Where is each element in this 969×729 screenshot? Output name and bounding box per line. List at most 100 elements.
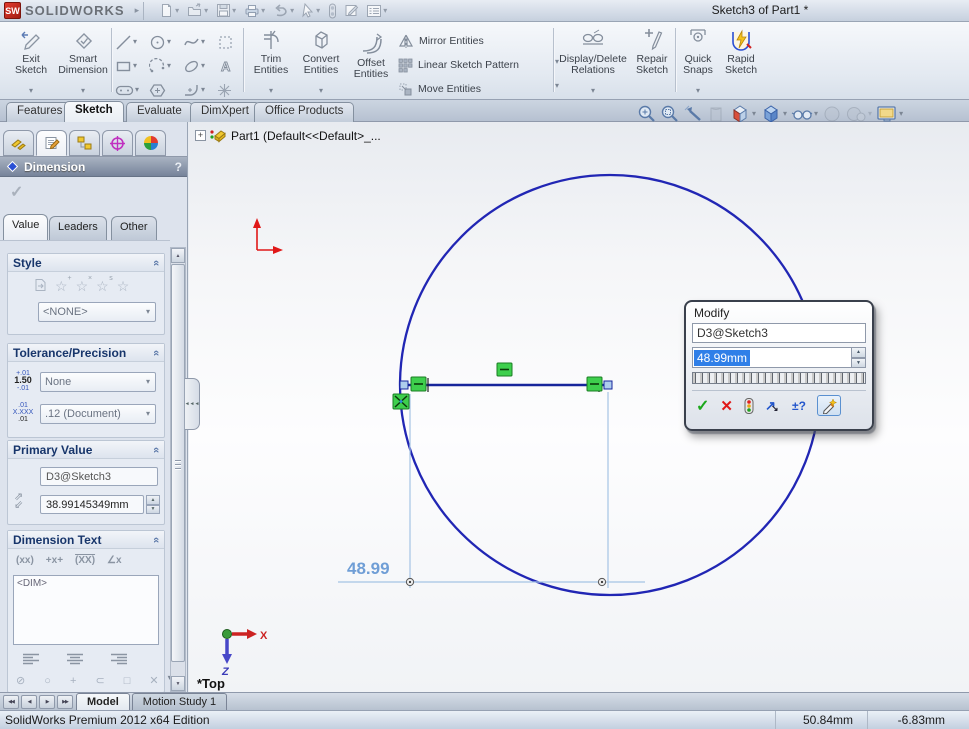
rebuild-button[interactable] (744, 398, 754, 414)
slot-tool[interactable]: ▾ (115, 78, 147, 102)
dropdown-arrow-icon[interactable]: ▾ (200, 62, 206, 70)
load-style-icon[interactable] (34, 278, 47, 295)
dropdown-arrow-icon[interactable]: ▾ (867, 110, 873, 118)
ellipse-tool[interactable]: ▾ (183, 54, 215, 78)
dropdown-arrow-icon[interactable]: ▾ (782, 110, 788, 118)
spin-up-icon[interactable]: ▲ (146, 495, 160, 505)
precision-select[interactable]: .12 (Document) ▾ (40, 404, 156, 424)
first-tab-button[interactable]: ◀◀ (3, 695, 19, 709)
tab-dimxpert[interactable]: DimXpert (190, 102, 260, 122)
display-delete-relations-button[interactable]: Display/Delete Relations ▾ (557, 26, 629, 96)
dashed-box-tool[interactable] (217, 30, 249, 54)
modify-dimension-name-field[interactable]: D3@Sketch3 (692, 323, 866, 343)
tab-value[interactable]: Value (3, 214, 48, 240)
mark-for-drawing-button[interactable]: ±? (792, 399, 806, 413)
spline-tool[interactable]: ▾ (183, 30, 215, 54)
text-tool[interactable]: A (217, 54, 249, 78)
file-properties-button[interactable] (342, 1, 361, 21)
smart-dimension-button[interactable]: Smart Dimension ▾ (56, 26, 110, 96)
relation-badge-horizontal[interactable] (497, 363, 512, 376)
dropdown-arrow-icon[interactable]: ▾ (166, 62, 172, 70)
print-button[interactable]: ▾ (242, 1, 268, 21)
circle-tool[interactable]: ▾ (149, 30, 181, 54)
mirror-entities-button[interactable]: Mirror Entities (398, 30, 550, 52)
accept-button[interactable]: ✓ (696, 396, 709, 416)
scrollbar-thumb[interactable] (171, 264, 185, 662)
add-style-icon[interactable]: ☆+ (55, 278, 68, 295)
relation-badge-horizontal[interactable] (587, 377, 602, 391)
save-style-icon[interactable]: ☆s (96, 278, 109, 295)
cancel-button[interactable]: ✕ (720, 397, 733, 415)
tab-configuration-manager[interactable] (69, 130, 100, 156)
convert-entities-button[interactable]: Convert Entities ▾ (296, 26, 346, 96)
next-tab-button[interactable]: ▶ (39, 695, 55, 709)
dropdown-arrow-icon[interactable]: ▾ (289, 7, 295, 15)
line-tool[interactable]: ▾ (115, 30, 147, 54)
dropdown-arrow-icon[interactable]: ▾ (166, 38, 172, 46)
inspection-icon[interactable]: (XX) (75, 555, 95, 566)
dropdown-arrow-icon[interactable]: ▾ (132, 38, 138, 46)
rectangle-tool[interactable]: ▾ (115, 54, 147, 78)
tab-property-manager[interactable] (36, 130, 67, 156)
tolerance-select[interactable]: None ▾ (40, 372, 156, 392)
dropdown-arrow-icon[interactable]: ▾ (8, 87, 54, 95)
tab-dimxpert-manager[interactable] (102, 130, 133, 156)
help-icon[interactable]: ? (175, 160, 182, 174)
thumbwheel[interactable] (692, 372, 866, 384)
panel-collapse-handle[interactable]: ◄◄◄ (185, 378, 200, 430)
tab-display-manager[interactable] (135, 130, 166, 156)
collapse-chevron-icon[interactable]: « (150, 349, 162, 355)
tab-evaluate[interactable]: Evaluate (126, 102, 193, 122)
scroll-down-button[interactable]: ▼ (171, 676, 185, 691)
save-button[interactable]: ▾ (214, 1, 239, 21)
move-entities-button[interactable]: Move Entities (398, 78, 550, 100)
angle-text-icon[interactable]: ∠x (107, 555, 122, 566)
dropdown-arrow-icon[interactable]: ▾ (132, 62, 138, 70)
dimension-name-field[interactable]: D3@Sketch3 (40, 467, 158, 486)
rebuild-button[interactable] (326, 1, 339, 21)
dimension-value-label[interactable]: 48.99 (347, 559, 390, 578)
align-center-icon[interactable] (66, 653, 84, 666)
relation-badge-coincident[interactable] (393, 394, 409, 409)
tab-motion-study[interactable]: Motion Study 1 (132, 693, 227, 710)
modify-dialog[interactable]: Modify D3@Sketch3 48.99mm ▲ ▼ ✓ ✕ ↗↘ ±? (684, 300, 874, 431)
dropdown-arrow-icon[interactable]: ▾ (557, 87, 629, 95)
tab-feature-manager-tree[interactable] (3, 130, 34, 156)
style-select[interactable]: <NONE> ▾ (38, 302, 156, 322)
dropdown-arrow-icon[interactable]: ▾ (56, 87, 110, 95)
arc-tool[interactable]: ▾ (149, 54, 181, 78)
panel-scrollbar[interactable]: ▲ ▼ (170, 247, 186, 692)
reverse-direction-button[interactable]: ↗↘ (765, 398, 781, 414)
previous-tab-button[interactable]: ◀ (21, 695, 37, 709)
dropdown-arrow-icon[interactable]: ▾ (679, 87, 717, 95)
hide-show-items-button[interactable]: ▾ (790, 104, 820, 124)
spin-down-icon[interactable]: ▼ (146, 505, 160, 515)
undo-button[interactable]: ▾ (271, 1, 297, 21)
trim-entities-button[interactable]: Trim Entities ▾ (248, 26, 294, 96)
ok-check-icon[interactable]: ✓ (10, 182, 23, 202)
spin-up-icon[interactable]: ▲ (851, 347, 866, 358)
spin-increment-button[interactable] (817, 395, 841, 416)
dimension-arrow-handle[interactable] (406, 578, 413, 585)
dropdown-arrow-icon[interactable]: ▾ (296, 87, 346, 95)
scroll-up-button[interactable]: ▲ (171, 248, 185, 263)
offset-text-icon[interactable]: +x+ (46, 555, 63, 566)
modify-value-spinner[interactable]: ▲ ▼ (851, 347, 866, 368)
collapse-chevron-icon[interactable]: « (150, 446, 162, 452)
dropdown-arrow-icon[interactable]: ▾ (260, 7, 266, 15)
select-button[interactable]: ▾ (300, 1, 323, 21)
relation-badge-horizontal[interactable] (411, 377, 426, 391)
last-tab-button[interactable]: ▶▶ (57, 695, 73, 709)
offset-entities-button[interactable]: Offset Entities (348, 30, 394, 100)
align-left-icon[interactable] (22, 653, 40, 666)
linear-sketch-pattern-button[interactable]: Linear Sketch Pattern (398, 54, 550, 76)
menu-flyout-arrow-icon[interactable]: ▸ (131, 2, 145, 20)
new-button[interactable]: ▾ (157, 1, 182, 21)
dropdown-arrow-icon[interactable]: ▾ (751, 110, 757, 118)
value-spinner[interactable]: ▲ ▼ (146, 495, 160, 514)
dropdown-arrow-icon[interactable]: ▾ (248, 87, 294, 95)
dropdown-arrow-icon[interactable]: ▾ (315, 7, 321, 15)
delete-style-icon[interactable]: ☆× (76, 278, 89, 295)
style-group-header[interactable]: Style « (8, 254, 164, 272)
tab-leaders[interactable]: Leaders (49, 216, 107, 240)
